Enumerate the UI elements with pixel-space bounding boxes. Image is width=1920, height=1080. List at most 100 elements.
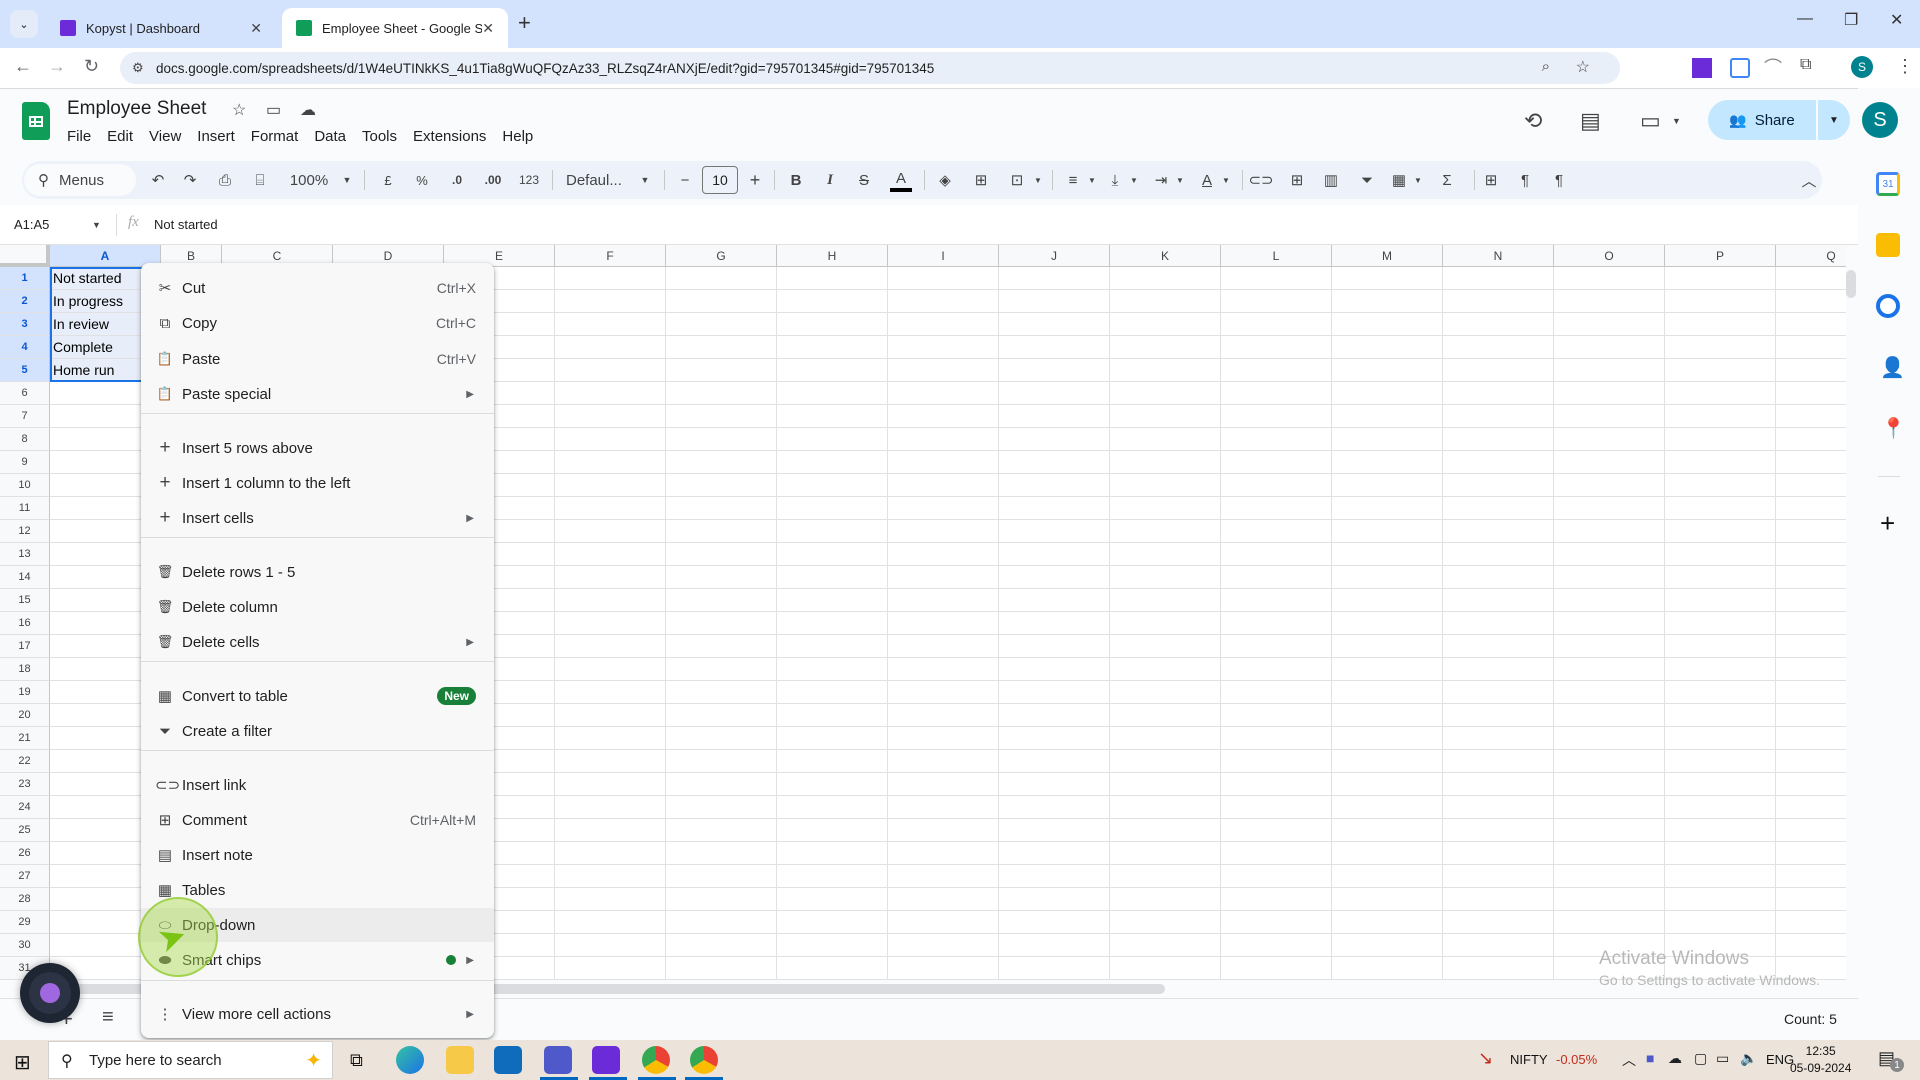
cell-f13[interactable] [555, 543, 666, 566]
cell-f21[interactable] [555, 727, 666, 750]
close-tab-icon[interactable]: ✕ [250, 20, 262, 37]
mail-app-icon[interactable] [494, 1046, 522, 1074]
browser-menu-icon[interactable]: ⋮ [1896, 56, 1914, 77]
redo-icon[interactable]: ↷ [180, 168, 200, 192]
cell-q17[interactable] [1776, 635, 1846, 658]
cell-i15[interactable] [888, 589, 999, 612]
move-folder-icon[interactable]: ▭ [266, 100, 281, 120]
cell-g18[interactable] [666, 658, 777, 681]
cell-f25[interactable] [555, 819, 666, 842]
document-title[interactable]: Employee Sheet [67, 98, 206, 120]
filter-views-dropdown-icon[interactable]: ▼ [1412, 168, 1424, 192]
cell-n3[interactable] [1443, 313, 1554, 336]
cell-o26[interactable] [1554, 842, 1665, 865]
cell-f22[interactable] [555, 750, 666, 773]
cell-q16[interactable] [1776, 612, 1846, 635]
cell-k7[interactable] [1110, 405, 1221, 428]
cell-j15[interactable] [999, 589, 1110, 612]
cell-p8[interactable] [1665, 428, 1776, 451]
cell-n23[interactable] [1443, 773, 1554, 796]
cell-n28[interactable] [1443, 888, 1554, 911]
cell-l12[interactable] [1221, 520, 1332, 543]
cell-q26[interactable] [1776, 842, 1846, 865]
cell-m4[interactable] [1332, 336, 1443, 359]
cell-q14[interactable] [1776, 566, 1846, 589]
cell-m29[interactable] [1332, 911, 1443, 934]
cell-m3[interactable] [1332, 313, 1443, 336]
cell-f1[interactable] [555, 267, 666, 290]
search-menus-input[interactable]: ⚲ Menus [24, 164, 136, 196]
vertical-scrollbar[interactable] [1846, 270, 1856, 298]
menu-item-insert-note[interactable]: ▤ Insert note [141, 838, 494, 872]
menu-item-paste[interactable]: 📋 Paste Ctrl+V [141, 342, 494, 376]
cell-o29[interactable] [1554, 911, 1665, 934]
cell-n11[interactable] [1443, 497, 1554, 520]
cell-h17[interactable] [777, 635, 888, 658]
cell-i20[interactable] [888, 704, 999, 727]
cell-q25[interactable] [1776, 819, 1846, 842]
cell-f27[interactable] [555, 865, 666, 888]
cell-i16[interactable] [888, 612, 999, 635]
cell-h15[interactable] [777, 589, 888, 612]
cell-i18[interactable] [888, 658, 999, 681]
cell-f17[interactable] [555, 635, 666, 658]
stock-change[interactable]: -0.05% [1556, 1052, 1597, 1067]
cell-q18[interactable] [1776, 658, 1846, 681]
horizontal-align-icon[interactable]: ≡ [1062, 168, 1084, 192]
cell-o11[interactable] [1554, 497, 1665, 520]
cell-m27[interactable] [1332, 865, 1443, 888]
column-header-n[interactable]: N [1443, 245, 1554, 267]
cell-i13[interactable] [888, 543, 999, 566]
filter-views-icon[interactable]: ▦ [1388, 168, 1410, 192]
undo-icon[interactable]: ↶ [148, 168, 168, 192]
cell-f14[interactable] [555, 566, 666, 589]
cell-l10[interactable] [1221, 474, 1332, 497]
version-history-icon[interactable]: ⟲ [1524, 108, 1542, 134]
profile-avatar[interactable]: S [1851, 56, 1873, 78]
cell-l3[interactable] [1221, 313, 1332, 336]
cell-q28[interactable] [1776, 888, 1846, 911]
cell-j11[interactable] [999, 497, 1110, 520]
cell-q23[interactable] [1776, 773, 1846, 796]
cell-p1[interactable] [1665, 267, 1776, 290]
align-dropdown-icon[interactable]: ▼ [1086, 168, 1098, 192]
address-bar[interactable]: ⚙ docs.google.com/spreadsheets/d/1W4eUTI… [120, 52, 1620, 84]
cell-f23[interactable] [555, 773, 666, 796]
contacts-icon[interactable]: 👤 [1880, 355, 1905, 380]
merge-dropdown-icon[interactable]: ▼ [1032, 168, 1044, 192]
insert-chart-icon[interactable]: ▥ [1320, 168, 1342, 192]
zoom-dropdown-icon[interactable]: ▼ [340, 168, 354, 192]
cell-p26[interactable] [1665, 842, 1776, 865]
back-icon[interactable]: ← [14, 56, 32, 77]
windows-start-icon[interactable]: ⊞ [14, 1050, 31, 1075]
cell-h10[interactable] [777, 474, 888, 497]
cell-i12[interactable] [888, 520, 999, 543]
cell-n12[interactable] [1443, 520, 1554, 543]
wrap-dropdown-icon[interactable]: ▼ [1174, 168, 1186, 192]
cell-o22[interactable] [1554, 750, 1665, 773]
cell-o21[interactable] [1554, 727, 1665, 750]
cell-g1[interactable] [666, 267, 777, 290]
cell-k20[interactable] [1110, 704, 1221, 727]
stock-name[interactable]: NIFTY [1510, 1052, 1548, 1067]
cell-n8[interactable] [1443, 428, 1554, 451]
menu-item-delete-rows-1-5[interactable]: 🗑 Delete rows 1 - 5 [141, 555, 494, 589]
teams-app-icon[interactable] [544, 1046, 572, 1074]
menu-item-cut[interactable]: ✂ Cut Ctrl+X [141, 271, 494, 305]
tasks-icon[interactable] [1876, 294, 1900, 318]
cell-l20[interactable] [1221, 704, 1332, 727]
row-header-15[interactable]: 15 [0, 589, 50, 612]
cell-n26[interactable] [1443, 842, 1554, 865]
text-color-icon[interactable]: A [890, 168, 912, 192]
cell-h19[interactable] [777, 681, 888, 704]
cell-i4[interactable] [888, 336, 999, 359]
cell-o5[interactable] [1554, 359, 1665, 382]
cell-m21[interactable] [1332, 727, 1443, 750]
cell-f10[interactable] [555, 474, 666, 497]
cell-q9[interactable] [1776, 451, 1846, 474]
menu-item-comment[interactable]: ⊞ Comment Ctrl+Alt+M [141, 803, 494, 837]
row-header-21[interactable]: 21 [0, 727, 50, 750]
cell-k9[interactable] [1110, 451, 1221, 474]
cell-p13[interactable] [1665, 543, 1776, 566]
cell-g3[interactable] [666, 313, 777, 336]
